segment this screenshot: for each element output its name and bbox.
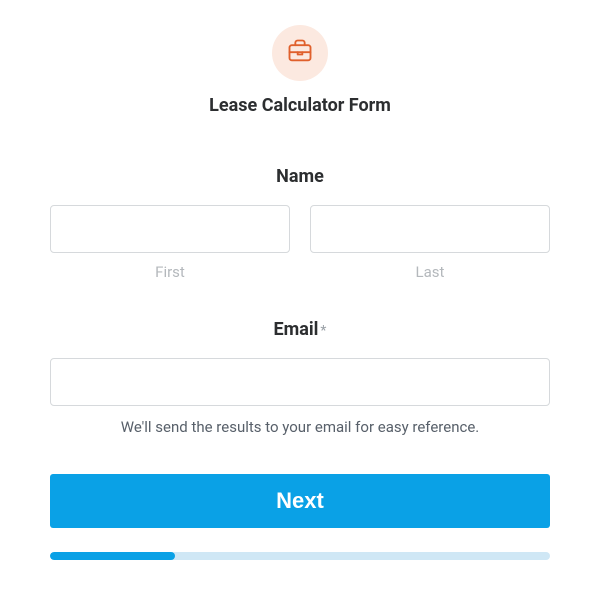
next-button[interactable]: Next <box>50 474 550 528</box>
name-row: First Last <box>50 205 550 281</box>
form-title: Lease Calculator Form <box>209 95 391 116</box>
last-name-sublabel: Last <box>416 263 445 281</box>
last-name-col: Last <box>310 205 550 281</box>
email-input-wrap <box>50 358 550 406</box>
last-name-input[interactable] <box>310 205 550 253</box>
form-body: Name First Last Email* We'll send the re… <box>50 166 550 560</box>
name-field-group: Name First Last <box>50 166 550 281</box>
email-label: Email* <box>50 319 550 340</box>
progress-fill <box>50 552 175 560</box>
header-icon-circle <box>272 25 328 81</box>
email-label-text: Email <box>274 319 319 340</box>
required-mark: * <box>320 323 326 339</box>
progress-bar <box>50 552 550 560</box>
briefcase-icon <box>286 37 314 69</box>
email-input[interactable] <box>50 358 550 406</box>
first-name-col: First <box>50 205 290 281</box>
email-field-group: Email* We'll send the results to your em… <box>50 319 550 436</box>
first-name-sublabel: First <box>155 263 185 281</box>
email-helper: We'll send the results to your email for… <box>50 418 550 436</box>
name-label: Name <box>50 166 550 187</box>
first-name-input[interactable] <box>50 205 290 253</box>
